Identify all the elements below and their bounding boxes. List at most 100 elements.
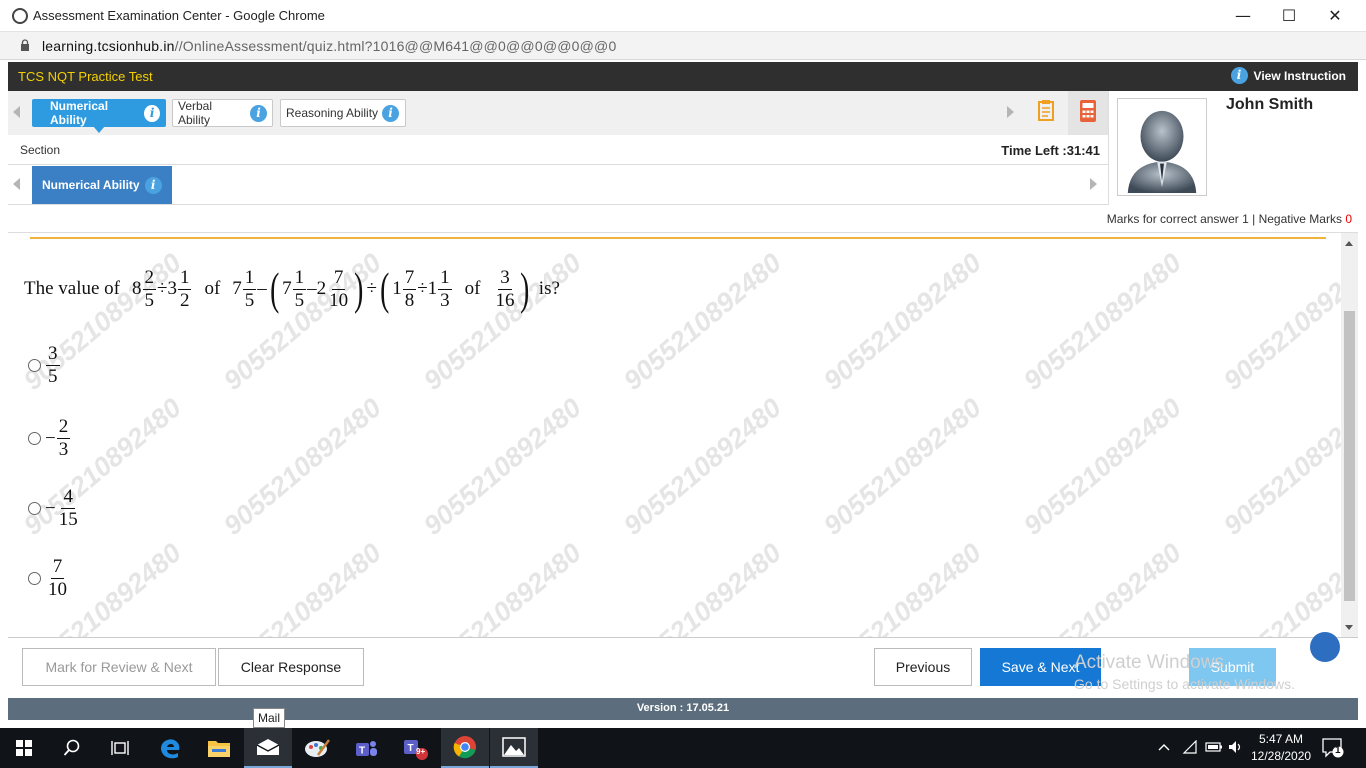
minimize-button[interactable]: —	[1220, 0, 1266, 32]
task-view-button[interactable]	[96, 728, 144, 768]
mail-app[interactable]	[244, 728, 292, 768]
tab-verbal-ability[interactable]: Verbal Ability i	[172, 99, 273, 127]
chevron-up-icon[interactable]	[1158, 742, 1170, 752]
option-2[interactable]: − 23	[28, 416, 71, 461]
url-text[interactable]: learning.tcsionhub.in//OnlineAssessment/…	[42, 38, 616, 54]
tab-numerical-ability[interactable]: Numerical Ability i	[32, 99, 166, 133]
maximize-button[interactable]: ☐	[1266, 0, 1312, 32]
watermark: 9055210892480	[618, 247, 787, 396]
option-4[interactable]: 7 10	[28, 556, 70, 601]
scroll-right-arrow-icon[interactable]	[1007, 106, 1014, 118]
numerator: 7	[331, 266, 346, 290]
photos-icon	[502, 737, 526, 757]
subsection-label: Numerical Ability	[42, 178, 140, 192]
notification-center[interactable]: 1	[1322, 738, 1344, 761]
activate-windows-title: Activate Windows	[1074, 652, 1224, 673]
scroll-left-arrow-icon[interactable]	[13, 106, 20, 118]
fraction: 13	[438, 267, 452, 312]
time-left: Time Left :31:41	[1001, 143, 1100, 158]
watermark: 9055210892480	[418, 392, 587, 541]
question-text: The value of 8 25 ÷ 3 12 of 7 15 – ( 7 1…	[24, 266, 560, 312]
chrome-app[interactable]	[441, 728, 489, 768]
option-radio[interactable]	[28, 359, 41, 372]
scroll-down-arrow-icon[interactable]	[1345, 625, 1353, 630]
watermark: 9055210892480	[1218, 247, 1358, 396]
teams-app[interactable]: T	[342, 728, 390, 768]
option-3[interactable]: − 4 15	[28, 486, 81, 531]
previous-button[interactable]: Previous	[874, 648, 972, 686]
search-button[interactable]	[48, 728, 96, 768]
question-panel: 9055210892480 9055210892480 905521089248…	[8, 233, 1358, 638]
photos-app[interactable]	[490, 728, 538, 768]
term-whole: 7	[282, 278, 292, 299]
term-whole: 1	[392, 278, 402, 299]
clock-date[interactable]: 12/28/2020	[1251, 749, 1311, 763]
clear-response-button[interactable]: Clear Response	[218, 648, 364, 686]
tab-label: Reasoning Ability	[286, 106, 379, 120]
info-icon[interactable]: i	[144, 176, 162, 194]
address-bar[interactable]: learning.tcsionhub.in//OnlineAssessment/…	[0, 32, 1366, 60]
file-explorer-app[interactable]	[195, 728, 243, 768]
info-icon[interactable]: i	[144, 104, 160, 122]
question-paper-icon[interactable]	[1026, 91, 1066, 135]
option-sign: −	[45, 427, 56, 449]
scroll-up-arrow-icon[interactable]	[1345, 241, 1353, 246]
option-sign: −	[45, 497, 56, 519]
lock-icon	[21, 39, 29, 51]
numerator: 7	[402, 266, 417, 290]
task-view-icon	[111, 741, 129, 755]
fraction: 15	[242, 267, 257, 312]
scroll-left-arrow-icon[interactable]	[13, 178, 20, 190]
calculator-icon[interactable]	[1068, 91, 1108, 135]
right-paren: )	[520, 263, 530, 314]
wifi-icon[interactable]	[1182, 740, 1198, 754]
mail-tooltip: Mail	[253, 708, 285, 728]
scrollbar-thumb[interactable]	[1344, 311, 1355, 601]
term-whole: 8	[132, 278, 142, 299]
close-button[interactable]: ✕	[1312, 0, 1358, 32]
option-radio[interactable]	[28, 502, 41, 515]
url-host: learning.tcsionhub.in	[42, 38, 175, 54]
watermark: 9055210892480	[818, 247, 987, 396]
help-round-icon[interactable]	[1310, 632, 1340, 662]
divide-sign: ÷	[157, 278, 168, 299]
start-button[interactable]	[0, 728, 48, 768]
minus-sign: –	[257, 278, 267, 299]
view-instruction-link[interactable]: i View Instruction	[1230, 67, 1346, 84]
question-suffix: is?	[538, 278, 560, 299]
term-whole: 3	[167, 278, 177, 299]
term-whole: 2	[316, 278, 327, 299]
numerator: 1	[177, 266, 192, 290]
option-radio[interactable]	[28, 572, 41, 585]
watermark: 9055210892480	[1018, 392, 1187, 541]
version-bar: Version : 17.05.21	[8, 698, 1358, 720]
mark-review-next-button[interactable]: Mark for Review & Next	[22, 648, 216, 686]
fraction: 78	[402, 266, 417, 312]
option-1[interactable]: 35	[28, 343, 61, 388]
activate-windows-subtitle: Go to Settings to activate Windows.	[1074, 676, 1295, 692]
question-intro: The value of	[24, 278, 121, 299]
edge-icon	[161, 739, 180, 759]
of-word: of	[464, 278, 481, 299]
palette-icon	[305, 739, 330, 757]
option-radio[interactable]	[28, 432, 41, 445]
term-whole: 1	[427, 278, 438, 299]
numerator: 2	[142, 266, 157, 290]
edge-app[interactable]	[146, 728, 194, 768]
volume-icon[interactable]	[1228, 740, 1244, 754]
battery-icon[interactable]	[1205, 741, 1223, 753]
subsection-tab-numerical-ability[interactable]: Numerical Ability i	[32, 166, 172, 204]
info-icon[interactable]: i	[250, 104, 267, 122]
watermark: 9055210892480	[1018, 537, 1187, 638]
question-scrollbar[interactable]	[1341, 233, 1358, 637]
windows-logo-icon	[16, 740, 32, 756]
scroll-right-arrow-icon[interactable]	[1090, 178, 1097, 190]
tab-reasoning-ability[interactable]: Reasoning Ability i	[280, 99, 406, 127]
clock-time[interactable]: 5:47 AM	[1254, 732, 1308, 746]
paint-app[interactable]	[293, 728, 341, 768]
info-icon[interactable]: i	[382, 104, 400, 122]
numerator: 2	[56, 416, 71, 439]
numerator: 4	[61, 486, 75, 509]
fraction: 4 15	[57, 486, 80, 531]
teams-classic-app[interactable]: T 9+	[391, 728, 439, 768]
